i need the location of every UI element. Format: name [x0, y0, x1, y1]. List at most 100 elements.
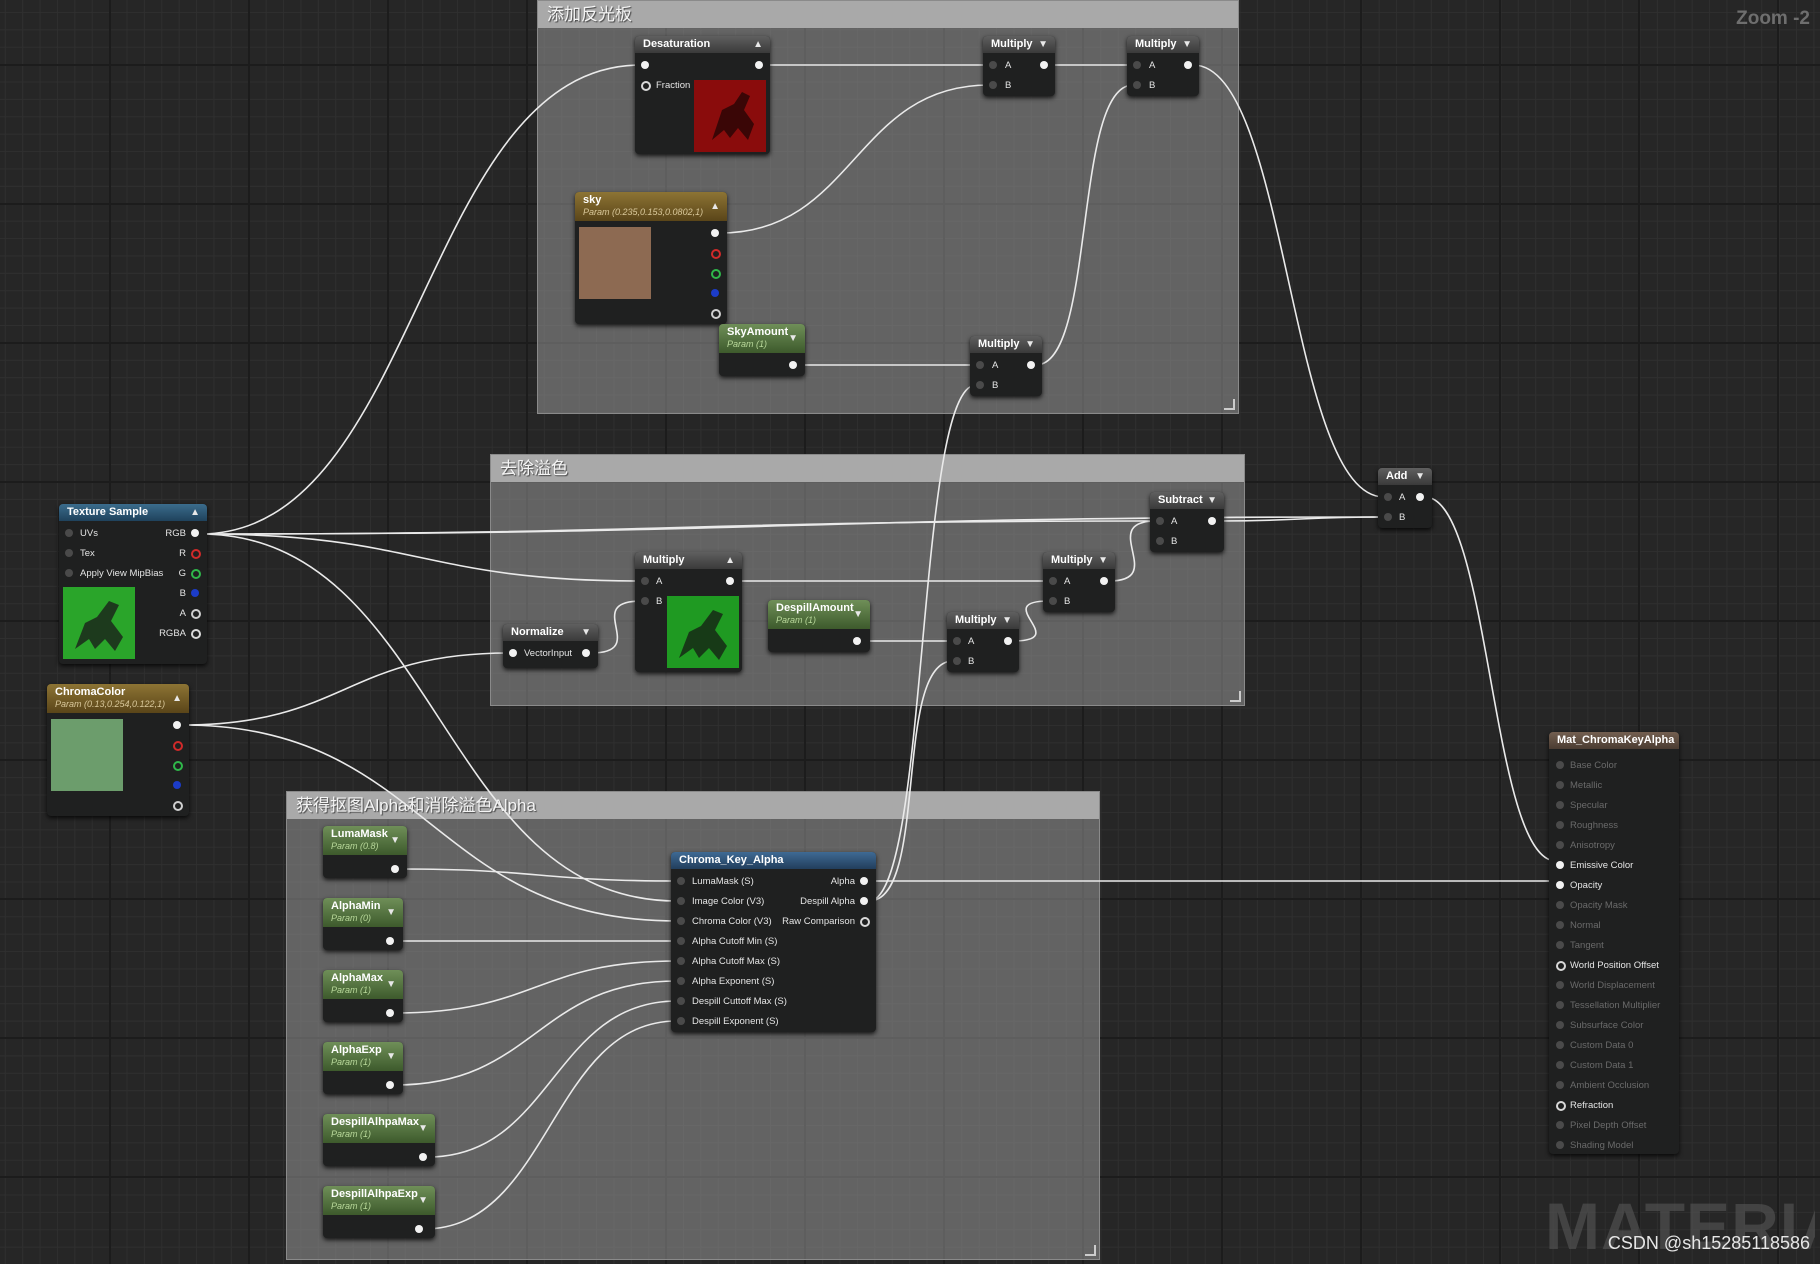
material-input-pin[interactable] [1556, 1141, 1564, 1149]
rgb-output-pin[interactable] [191, 529, 199, 537]
pin-b[interactable] [976, 381, 984, 389]
input-pin[interactable] [677, 997, 685, 1005]
r-output-pin[interactable] [173, 741, 183, 751]
tex-pin[interactable] [65, 549, 73, 557]
input-pin[interactable] [677, 917, 685, 925]
pin-b[interactable] [1156, 537, 1164, 545]
output-pin[interactable] [1100, 577, 1108, 585]
output-pin[interactable] [386, 937, 394, 945]
dropdown-icon[interactable]: ▼ [1098, 552, 1108, 569]
mipbias-pin[interactable] [65, 569, 73, 577]
despill-alpha-output-pin[interactable] [860, 897, 868, 905]
input-pin[interactable] [677, 1017, 685, 1025]
output-pin[interactable] [1416, 493, 1424, 501]
dropdown-icon[interactable]: ▼ [1002, 612, 1012, 629]
dropdown-icon[interactable]: ▼ [788, 330, 798, 347]
resize-handle[interactable] [1224, 399, 1235, 410]
collapse-icon[interactable]: ▲ [725, 552, 735, 569]
b-output-pin[interactable] [173, 781, 181, 789]
material-input-pin[interactable] [1556, 881, 1564, 889]
material-input-pin[interactable] [1556, 861, 1564, 869]
collapse-icon[interactable]: ▲ [710, 198, 720, 215]
pin-a[interactable] [1384, 493, 1392, 501]
output-pin[interactable] [419, 1153, 427, 1161]
output-pin[interactable] [1004, 637, 1012, 645]
material-input-pin[interactable] [1556, 1081, 1564, 1089]
pin-b[interactable] [1133, 81, 1141, 89]
material-input-pin[interactable] [1556, 1061, 1564, 1069]
g-output-pin[interactable] [191, 569, 201, 579]
pin-b[interactable] [1049, 597, 1057, 605]
alpha-output-pin[interactable] [860, 877, 868, 885]
material-input-pin[interactable] [1556, 941, 1564, 949]
collapse-icon[interactable]: ▲ [172, 690, 182, 707]
pin-a[interactable] [641, 577, 649, 585]
raw-comparison-output-pin[interactable] [860, 917, 870, 927]
dropdown-icon[interactable]: ▼ [1182, 36, 1192, 53]
material-input-pin[interactable] [1556, 821, 1564, 829]
dropdown-icon[interactable]: ▼ [386, 904, 396, 921]
rgb-output-pin[interactable] [173, 721, 181, 729]
input-pin[interactable] [677, 937, 685, 945]
material-input-pin[interactable] [1556, 1021, 1564, 1029]
material-input-pin[interactable] [1556, 1121, 1564, 1129]
g-output-pin[interactable] [711, 269, 721, 279]
output-pin[interactable] [1208, 517, 1216, 525]
desaturation-input-pin[interactable] [641, 61, 649, 69]
resize-handle[interactable] [1230, 691, 1241, 702]
normalize-node[interactable]: Normalize ▼ [503, 624, 598, 668]
material-input-pin[interactable] [1556, 1041, 1564, 1049]
input-pin[interactable] [677, 877, 685, 885]
g-output-pin[interactable] [173, 761, 183, 771]
dropdown-icon[interactable]: ▼ [1025, 336, 1035, 353]
output-pin[interactable] [386, 1009, 394, 1017]
input-pin[interactable] [677, 957, 685, 965]
pin-a[interactable] [953, 637, 961, 645]
uvs-pin[interactable] [65, 529, 73, 537]
material-input-pin[interactable] [1556, 961, 1566, 971]
material-input-pin[interactable] [1556, 761, 1564, 769]
material-input-pin[interactable] [1556, 981, 1564, 989]
collapse-icon[interactable]: ▲ [190, 504, 200, 521]
material-input-pin[interactable] [1556, 901, 1564, 909]
a-output-pin[interactable] [711, 309, 721, 319]
dropdown-icon[interactable]: ▼ [418, 1192, 428, 1209]
b-output-pin[interactable] [191, 589, 199, 597]
pin-b[interactable] [1384, 513, 1392, 521]
comment-despill[interactable]: 去除溢色 [490, 454, 1245, 706]
output-pin[interactable] [1184, 61, 1192, 69]
collapse-icon[interactable]: ▲ [753, 36, 763, 53]
rgba-output-pin[interactable] [191, 629, 201, 639]
dropdown-icon[interactable]: ▼ [418, 1120, 428, 1137]
pin-a[interactable] [1156, 517, 1164, 525]
dropdown-icon[interactable]: ▼ [853, 606, 863, 623]
resize-handle[interactable] [1085, 1245, 1096, 1256]
b-output-pin[interactable] [711, 289, 719, 297]
pin-b[interactable] [953, 657, 961, 665]
output-pin[interactable] [726, 577, 734, 585]
dropdown-icon[interactable]: ▼ [1207, 492, 1217, 509]
dropdown-icon[interactable]: ▼ [581, 624, 591, 641]
a-output-pin[interactable] [191, 609, 201, 619]
output-pin[interactable] [582, 649, 590, 657]
dropdown-icon[interactable]: ▼ [386, 976, 396, 993]
material-input-pin[interactable] [1556, 921, 1564, 929]
output-pin[interactable] [386, 1081, 394, 1089]
output-pin[interactable] [789, 361, 797, 369]
dropdown-icon[interactable]: ▼ [390, 832, 400, 849]
pin-b[interactable] [989, 81, 997, 89]
r-output-pin[interactable] [711, 249, 721, 259]
material-input-pin[interactable] [1556, 841, 1564, 849]
material-input-pin[interactable] [1556, 1001, 1564, 1009]
fraction-pin[interactable] [641, 81, 651, 91]
output-pin[interactable] [1027, 361, 1035, 369]
output-pin[interactable] [391, 865, 399, 873]
pin-b[interactable] [641, 597, 649, 605]
dropdown-icon[interactable]: ▼ [1038, 36, 1048, 53]
rgb-output-pin[interactable] [711, 229, 719, 237]
a-output-pin[interactable] [173, 801, 183, 811]
dropdown-icon[interactable]: ▼ [1415, 468, 1425, 485]
desaturation-output-pin[interactable] [755, 61, 763, 69]
dropdown-icon[interactable]: ▼ [386, 1048, 396, 1065]
input-pin[interactable] [677, 977, 685, 985]
